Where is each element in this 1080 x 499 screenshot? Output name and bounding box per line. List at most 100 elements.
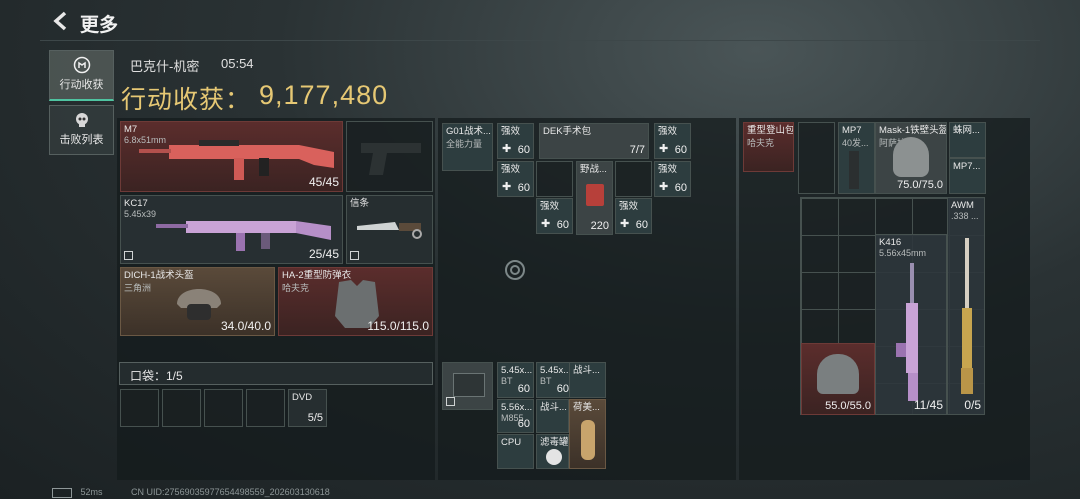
item-name: 战斗... [573,365,600,376]
item-sub: BT [540,376,552,386]
item-count: 60 [517,418,530,430]
weapon-caliber: 5.45x39 [124,209,157,219]
weapon-ammo: 11/45 [913,398,943,412]
rig-slot-empty[interactable] [615,161,652,197]
item-count: 60 [674,144,687,156]
item-name: 5.45x... [540,365,572,376]
backpack-weapon[interactable]: K416 5.56x45mm 11/45 [875,234,947,415]
weapon-name: M7 [124,124,138,135]
backpack-weapon[interactable]: AWM .338 ... 0/5 [947,197,985,415]
item-name: 强效 [658,164,678,175]
chevron-left-icon[interactable] [50,10,72,32]
haul-label: 行动收获： [121,86,252,114]
item-name: 强效 [540,201,560,212]
plus-icon: ✚ [502,143,512,155]
item-count: 7/7 [629,144,645,156]
misc-item[interactable]: 荷美... [569,399,606,469]
item-name: 强效 [658,126,678,137]
rig-item[interactable]: 强效 ✚ 60 [536,198,573,234]
item-name: 强效 [619,201,639,212]
backpack-item[interactable]: 重型登山包 哈夫克 [743,122,794,172]
plus-icon: ✚ [502,181,512,193]
misc-item[interactable]: 战斗... [569,362,606,398]
rig-item[interactable]: 野战... 220 [576,161,613,235]
primary-weapon-slot[interactable]: M7 6.8x51mm 45/45 [120,121,343,192]
rifle-icon [896,263,918,401]
ammo-item[interactable]: 5.45x... BT 60 [536,362,573,398]
misc-item[interactable]: CPU [497,434,534,469]
backpack-item[interactable]: MP7... [949,158,986,194]
helmet-durability: 34.0/40.0 [220,319,271,333]
item-sub: 40发... [842,138,869,148]
rig-item[interactable]: 强效 ✚ 60 [615,198,652,234]
item-name: 蛛网... [953,125,980,136]
map-name: 巴克什-机密 [130,59,200,74]
item-name: 战斗... [540,402,567,413]
tab-kills[interactable]: 击败列表 [49,105,114,155]
item-sub: 哈夫克 [747,138,775,148]
item-count: 60 [517,144,530,156]
rig-item[interactable]: 强效 ✚ 60 [654,161,691,197]
pocket-slot[interactable] [204,389,243,427]
ammo-item[interactable]: 5.56x... M855 60 [497,399,534,433]
pocket-item[interactable]: DVD 5/5 [288,389,327,427]
item-name: AWM [951,200,974,211]
item-name: CPU [501,437,522,448]
melee-slot[interactable]: 信条 [346,195,433,264]
plus-icon: ✚ [659,143,669,155]
backpack-item[interactable]: MP7 40发... [838,122,875,194]
ping-readout: 52ms [80,487,103,497]
magazine-icon [849,151,859,189]
item-count: 60 [556,383,569,395]
pocket-slot[interactable] [246,389,285,427]
backpack-item[interactable]: 蛛网... [949,122,986,158]
container-item[interactable] [442,362,493,410]
tab-kills-label: 击败列表 [59,134,104,146]
pocket-slot[interactable] [162,389,201,427]
pistol-icon [361,143,421,175]
pocket-slot[interactable] [120,389,159,427]
pocket-item-name: DVD [292,392,313,403]
rig-item[interactable]: DEK手术包 7/7 [539,123,649,159]
backpack-slot-empty[interactable] [798,122,835,194]
backpack-item[interactable]: 55.0/55.0 [801,343,875,415]
ammo-item[interactable]: 5.45x... BT 60 [497,362,534,398]
skull-icon [73,111,91,129]
melee-name: 信条 [350,198,370,209]
item-durability: 75.0/75.0 [897,179,943,191]
item-name: MP7 [842,125,862,136]
item-count: 220 [590,220,609,232]
rig-item[interactable]: 强效 ✚ 60 [654,123,691,159]
armor-slot[interactable]: HA-2重型防弹衣 哈夫克 115.0/115.0 [278,267,433,336]
helmet-slot[interactable]: DICH-1战术头盔 三角洲 34.0/40.0 [120,267,275,336]
rig-slot-empty[interactable] [536,161,573,197]
misc-item[interactable]: 滤毒罐 [536,434,569,469]
misc-item[interactable]: 战斗... [536,399,569,433]
mask-helmet-icon [893,137,929,177]
status-footer: 52ms CN UID:27569035977654498559_2026031… [52,487,330,498]
rig-item[interactable]: 强效 ✚ 60 [497,161,534,197]
item-sub: 全能力量 [446,139,483,149]
item-name: 强效 [501,164,521,175]
helmet-sub: 三角洲 [124,283,152,293]
armor-name: HA-2重型防弹衣 [282,270,352,281]
item-name: 野战... [580,164,607,175]
rig-item[interactable]: 强效 ✚ 60 [497,123,534,159]
secondary-weapon-slot[interactable]: KC17 5.45x39 25/45 [120,195,343,264]
item-name: 5.56x... [501,402,533,413]
medkit-icon [586,184,604,206]
lock-icon [446,397,455,406]
backpack-item[interactable]: Mask-1铁壁头盔 阿萨拉 75.0/75.0 [875,122,947,194]
item-sub: 5.56x45mm [879,248,927,258]
item-name: MP7... [953,161,981,172]
sidearm-slot[interactable] [346,121,433,192]
helmet-icon [177,289,221,320]
item-name: 荷美... [573,402,600,413]
tab-haul[interactable]: 行动收获 [49,50,114,101]
weapon-caliber: 6.8x51mm [124,135,167,145]
item-name: 滤毒罐 [540,437,569,448]
canister-icon [546,449,562,465]
rig-item[interactable]: G01战术... 全能力量 [442,123,493,171]
sniper-icon [961,238,973,394]
figurine-icon [581,420,595,460]
